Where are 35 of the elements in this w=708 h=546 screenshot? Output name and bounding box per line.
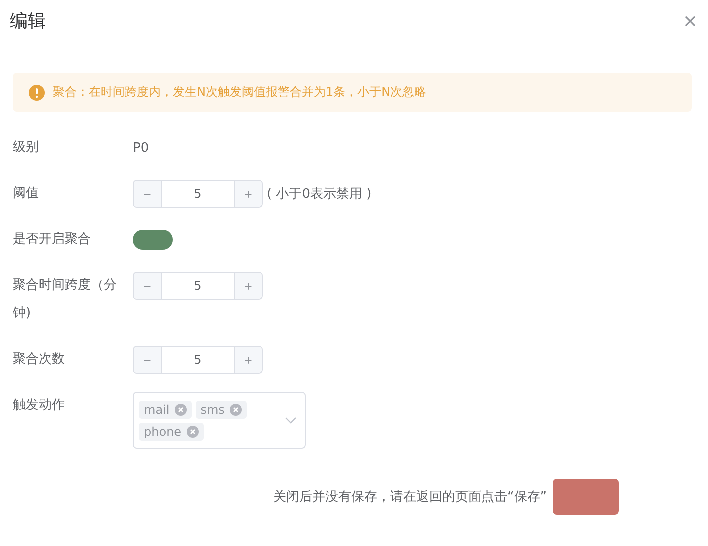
warning-icon (29, 84, 45, 100)
decrement-button[interactable]: − (134, 273, 162, 299)
alert-text: 聚合：在时间跨度内，发生N次触发阈值报警合并为1条，小于N次忽略 (53, 84, 427, 101)
tag: mail (139, 400, 192, 418)
tag: phone (139, 422, 204, 440)
caret-icon (285, 416, 297, 424)
field-label: 聚合次数 (13, 351, 66, 369)
footer-note: 关闭后并没有保存，请在返回的页面点击“保存” (274, 489, 547, 506)
tag: sms (196, 400, 247, 418)
hint-text: ( 小于0表示禁用 ) (267, 186, 372, 203)
number-value: 5 (193, 186, 203, 203)
decrement-button[interactable]: − (134, 181, 162, 207)
field-label: 触发动作 (13, 397, 66, 415)
increment-button[interactable]: + (234, 181, 262, 207)
toggle-switch[interactable] (133, 230, 173, 250)
action-button[interactable] (553, 479, 619, 515)
remove-icon[interactable] (186, 426, 199, 438)
number-stepper[interactable]: − 5 + (133, 272, 263, 300)
field-label: 级别 (13, 139, 40, 157)
number-stepper[interactable]: − 5 + (133, 180, 263, 208)
number-value: 5 (193, 352, 203, 369)
remove-icon[interactable] (174, 404, 187, 416)
field-label: 阈值 (13, 185, 40, 203)
number-stepper[interactable]: − 5 + (133, 346, 263, 374)
field-label: 聚合时间跨度（分钟) (13, 277, 118, 323)
close-button[interactable]: × (682, 10, 698, 32)
number-value: 5 (193, 278, 203, 295)
increment-button[interactable]: + (234, 273, 262, 299)
increment-button[interactable]: + (234, 347, 262, 373)
field-value: P0 (133, 140, 150, 156)
field-label: 是否开启聚合 (13, 231, 92, 249)
dialog-title: 编辑 (10, 10, 46, 33)
decrement-button[interactable]: − (134, 347, 162, 373)
remove-icon[interactable] (230, 404, 242, 416)
multi-select[interactable]: mail sms phone (133, 392, 306, 449)
